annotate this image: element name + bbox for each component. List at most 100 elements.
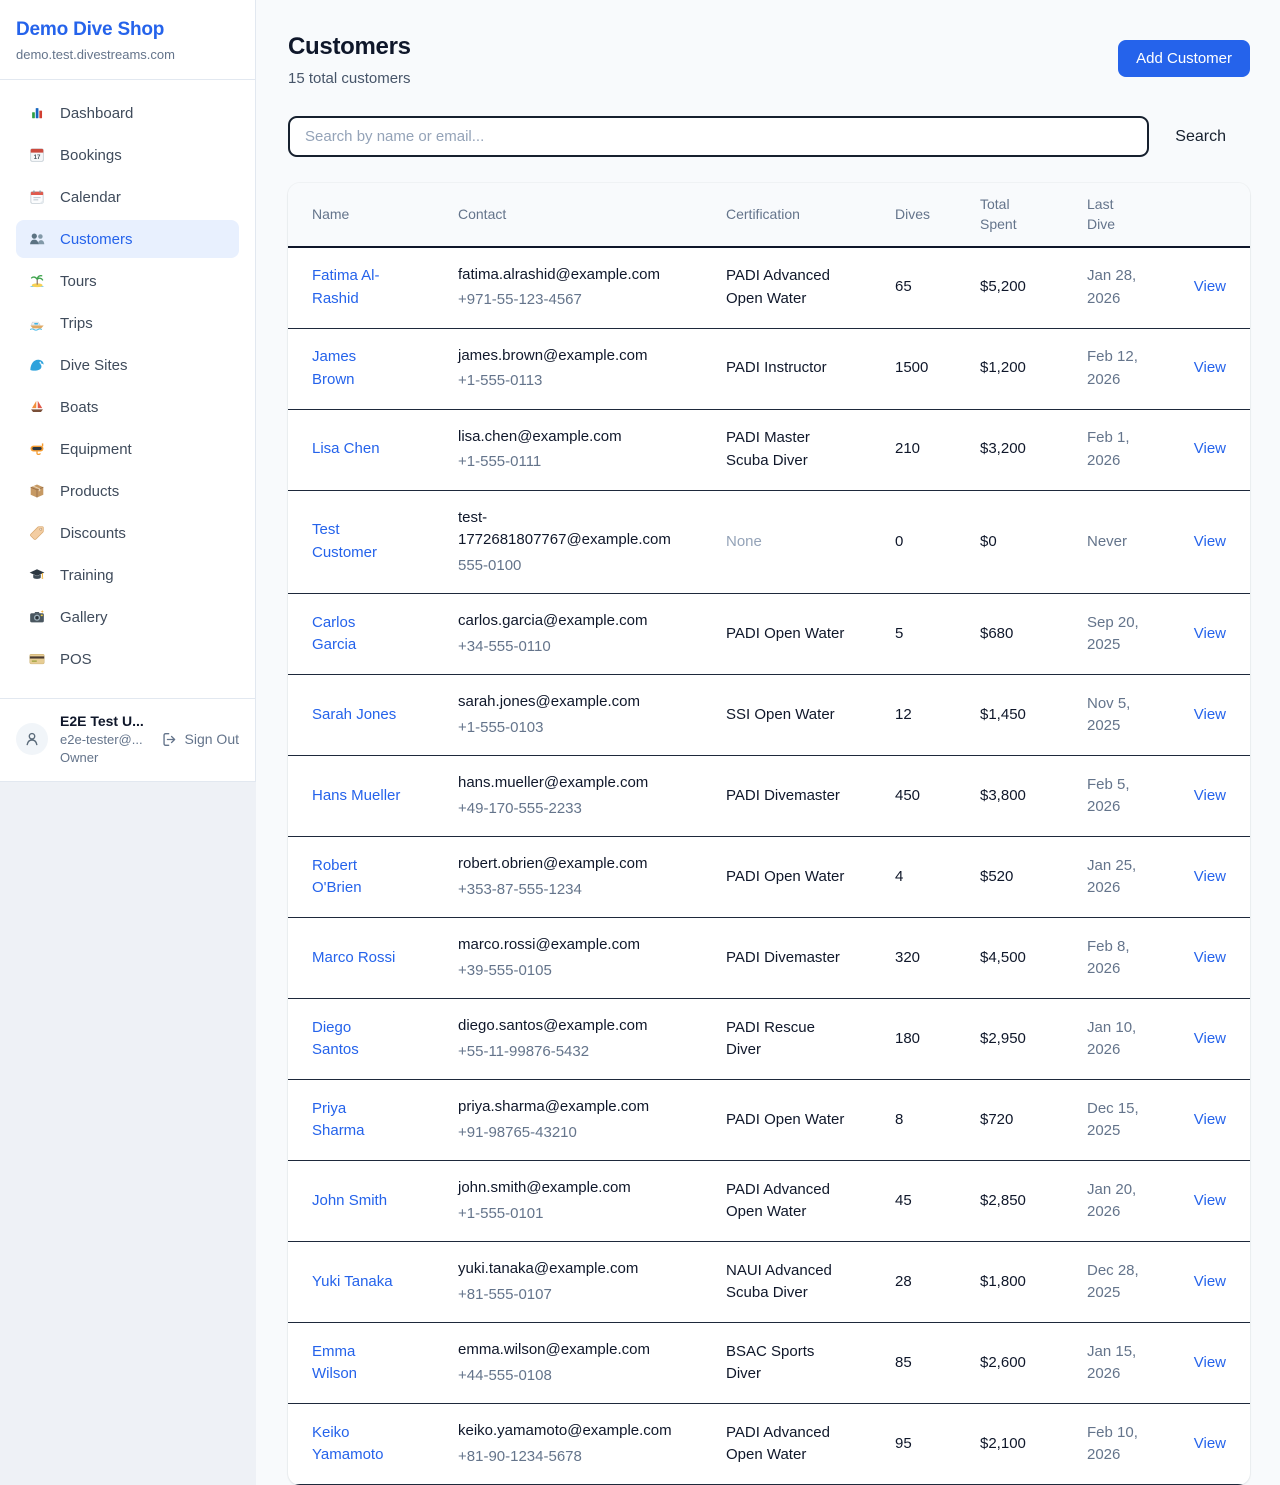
sidebar-item-dashboard[interactable]: Dashboard <box>16 94 239 132</box>
sidebar-item-discounts[interactable]: Discounts <box>16 514 239 552</box>
search-button[interactable]: Search <box>1149 128 1250 146</box>
people-icon <box>28 230 46 248</box>
table-row: Marco Rossi marco.rossi@example.com +39-… <box>288 918 1250 999</box>
customer-name-link[interactable]: Sarah Jones <box>312 704 396 727</box>
sidebar-item-gallery[interactable]: Gallery <box>16 598 239 636</box>
customer-dives: 65 <box>895 247 980 329</box>
customer-email: john.smith@example.com <box>458 1177 680 1200</box>
customer-name-link[interactable]: Marco Rossi <box>312 947 395 970</box>
main-header: Customers 15 total customers Add Custome… <box>288 33 1250 87</box>
customer-phone: 555-0100 <box>458 555 702 578</box>
customer-name-link[interactable]: Lisa Chen <box>312 438 380 461</box>
customer-name-link[interactable]: John Smith <box>312 1190 387 1213</box>
sidebar-item-customers[interactable]: Customers <box>16 220 239 258</box>
customer-total-spent: $2,850 <box>980 1161 1087 1242</box>
customer-last-dive: Feb 5, 2026 <box>1087 774 1149 819</box>
tear-off-calendar-icon <box>28 188 46 206</box>
customer-total-spent: $680 <box>980 594 1087 675</box>
column-header-name: Name <box>288 183 458 247</box>
customer-certification: BSAC Sports Diver <box>726 1341 852 1386</box>
view-customer-link[interactable]: View <box>1194 1354 1226 1371</box>
table-row: Lisa Chen lisa.chen@example.com +1-555-0… <box>288 409 1250 490</box>
customer-name-link[interactable]: Test Customer <box>312 519 402 564</box>
customer-name-link[interactable]: Diego Santos <box>312 1017 402 1062</box>
title-block: Customers 15 total customers <box>288 33 411 87</box>
customer-total-spent: $520 <box>980 837 1087 918</box>
customer-email: robert.obrien@example.com <box>458 853 680 876</box>
table-header-row: Name Contact Certification Dives Total S… <box>288 183 1250 247</box>
view-customer-link[interactable]: View <box>1194 706 1226 723</box>
customer-dives: 0 <box>895 490 980 594</box>
wave-icon <box>28 356 46 374</box>
sidebar-item-calendar[interactable]: Calendar <box>16 178 239 216</box>
table-row: Robert O'Brien robert.obrien@example.com… <box>288 837 1250 918</box>
view-customer-link[interactable]: View <box>1194 440 1226 457</box>
sailboat-icon <box>28 398 46 416</box>
customer-certification: PADI Divemaster <box>726 947 840 970</box>
diving-mask-icon <box>28 440 46 458</box>
view-customer-link[interactable]: View <box>1194 533 1226 550</box>
customer-total-spent: $3,200 <box>980 409 1087 490</box>
customer-email: carlos.garcia@example.com <box>458 610 680 633</box>
sign-out-label: Sign Out <box>185 731 239 747</box>
view-customer-link[interactable]: View <box>1194 278 1226 295</box>
sidebar-item-tours[interactable]: Tours <box>16 262 239 300</box>
customer-phone: +55-11-99876-5432 <box>458 1041 702 1064</box>
search-input[interactable] <box>288 116 1149 157</box>
customer-last-dive: Feb 8, 2026 <box>1087 936 1149 981</box>
view-customer-link[interactable]: View <box>1194 787 1226 804</box>
table-row: Sarah Jones sarah.jones@example.com +1-5… <box>288 675 1250 756</box>
view-customer-link[interactable]: View <box>1194 868 1226 885</box>
customer-name-link[interactable]: Priya Sharma <box>312 1098 402 1143</box>
sidebar-item-products[interactable]: Products <box>16 472 239 510</box>
add-customer-button[interactable]: Add Customer <box>1118 40 1250 77</box>
customer-last-dive: Feb 1, 2026 <box>1087 427 1149 472</box>
customer-name-link[interactable]: Hans Mueller <box>312 785 400 808</box>
sign-out-button[interactable]: Sign Out <box>161 731 239 748</box>
customer-last-dive: Feb 10, 2026 <box>1087 1422 1149 1467</box>
customer-name-link[interactable]: Robert O'Brien <box>312 855 402 900</box>
sidebar-item-training[interactable]: Training <box>16 556 239 594</box>
customer-name-link[interactable]: Yuki Tanaka <box>312 1271 393 1294</box>
customer-name-link[interactable]: Emma Wilson <box>312 1341 402 1386</box>
view-customer-link[interactable]: View <box>1194 1192 1226 1209</box>
view-customer-link[interactable]: View <box>1194 1273 1226 1290</box>
customer-dives: 45 <box>895 1161 980 1242</box>
customer-phone: +81-555-0107 <box>458 1284 702 1307</box>
table-row: Fatima Al-Rashid fatima.alrashid@example… <box>288 247 1250 329</box>
view-customer-link[interactable]: View <box>1194 359 1226 376</box>
customer-phone: +81-90-1234-5678 <box>458 1446 702 1469</box>
customer-dives: 95 <box>895 1404 980 1485</box>
customer-name-link[interactable]: Carlos Garcia <box>312 612 402 657</box>
sidebar-item-pos[interactable]: POS <box>16 640 239 678</box>
view-customer-link[interactable]: View <box>1194 1030 1226 1047</box>
sidebar-item-boats[interactable]: Boats <box>16 388 239 426</box>
customer-phone: +1-555-0113 <box>458 370 702 393</box>
customer-dives: 210 <box>895 409 980 490</box>
view-customer-link[interactable]: View <box>1194 625 1226 642</box>
view-customer-link[interactable]: View <box>1194 949 1226 966</box>
view-customer-link[interactable]: View <box>1194 1435 1226 1452</box>
avatar <box>16 723 48 755</box>
sidebar-item-label: Dive Sites <box>60 357 128 374</box>
customer-last-dive: Nov 5, 2025 <box>1087 693 1149 738</box>
sidebar-item-equipment[interactable]: Equipment <box>16 430 239 468</box>
user-section: E2E Test U... e2e-tester@... Owner Sign … <box>0 698 255 781</box>
user-name: E2E Test U... <box>60 713 149 729</box>
customer-last-dive: Jan 25, 2026 <box>1087 855 1149 900</box>
sidebar-item-trips[interactable]: Trips <box>16 304 239 342</box>
customer-name-link[interactable]: Keiko Yamamoto <box>312 1422 402 1467</box>
table-row: Priya Sharma priya.sharma@example.com +9… <box>288 1080 1250 1161</box>
customer-name-link[interactable]: Fatima Al-Rashid <box>312 265 402 310</box>
sidebar-item-dive-sites[interactable]: Dive Sites <box>16 346 239 384</box>
customer-email: diego.santos@example.com <box>458 1015 680 1038</box>
view-customer-link[interactable]: View <box>1194 1111 1226 1128</box>
island-icon <box>28 272 46 290</box>
customer-email: sarah.jones@example.com <box>458 691 680 714</box>
sidebar-item-bookings[interactable]: Bookings <box>16 136 239 174</box>
customer-last-dive: Never <box>1087 531 1127 554</box>
column-header-total-spent: Total Spent <box>980 183 1087 247</box>
sidebar-item-label: Bookings <box>60 147 122 164</box>
customer-name-link[interactable]: James Brown <box>312 346 402 391</box>
customer-email: keiko.yamamoto@example.com <box>458 1420 680 1443</box>
